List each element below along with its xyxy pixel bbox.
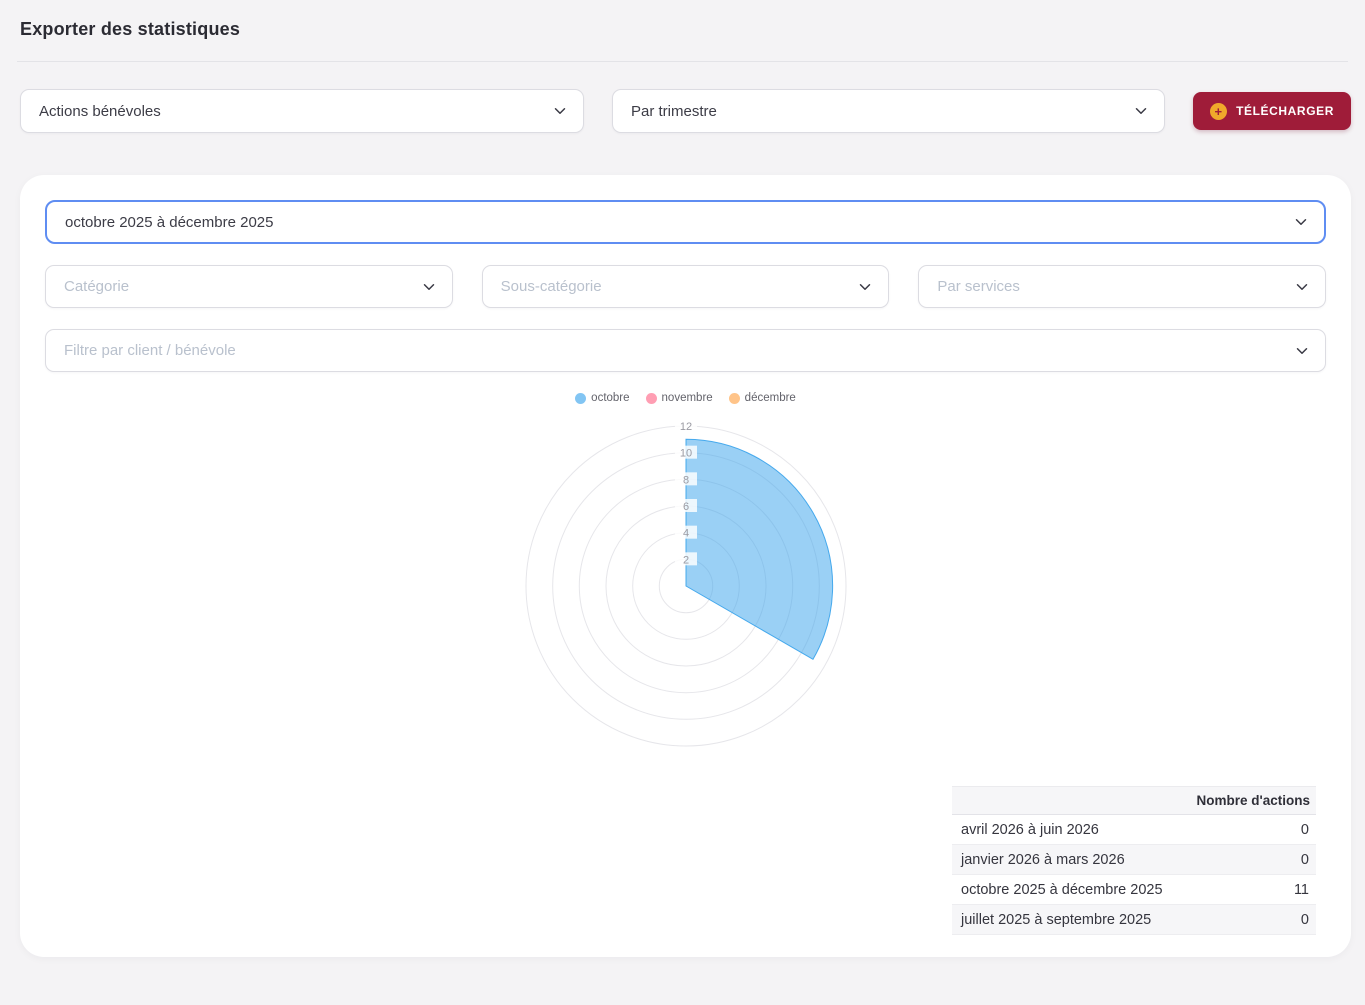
period-range-select-value: octobre 2025 à décembre 2025: [65, 214, 273, 231]
services-select[interactable]: Par services: [918, 265, 1326, 308]
polar-area-chart: 2 4 6 8 10 12: [476, 408, 896, 752]
table-row: octobre 2025 à décembre 202511: [952, 875, 1316, 905]
page-header: Exporter des statistiques: [0, 0, 1365, 61]
table-cell-period: janvier 2026 à mars 2026: [952, 852, 1196, 868]
legend-label: décembre: [745, 392, 796, 404]
services-select-placeholder: Par services: [937, 278, 1020, 295]
chevron-down-icon: [1293, 278, 1311, 296]
legend-item-décembre[interactable]: décembre: [729, 392, 796, 404]
legend-dot: [575, 393, 586, 404]
legend-dot: [646, 393, 657, 404]
legend-item-octobre[interactable]: octobre: [575, 392, 629, 404]
chevron-down-icon: [420, 278, 438, 296]
client-filter-placeholder: Filtre par client / bénévole: [64, 342, 236, 359]
table-cell-period: juillet 2025 à septembre 2025: [952, 912, 1196, 928]
table-cell-count: 0: [1196, 822, 1316, 838]
category-select-placeholder: Catégorie: [64, 278, 129, 295]
subcategory-select-placeholder: Sous-catégorie: [501, 278, 602, 295]
legend-item-novembre[interactable]: novembre: [646, 392, 713, 404]
client-filter-select[interactable]: Filtre par client / bénévole: [45, 329, 1326, 372]
period-select-value: Par trimestre: [631, 103, 717, 120]
stats-card: octobre 2025 à décembre 2025 Catégorie S…: [20, 175, 1351, 957]
legend-label: octobre: [591, 392, 629, 404]
radial-tick-label: 2: [682, 554, 688, 566]
page: Exporter des statistiques Actions bénévo…: [0, 0, 1365, 957]
dataset-select-value: Actions bénévoles: [39, 103, 161, 120]
table-cell-count: 11: [1196, 882, 1316, 898]
chevron-down-icon: [1293, 342, 1311, 360]
chart-legend: octobre novembre décembre: [45, 392, 1326, 404]
table-header-row: Nombre d'actions: [952, 786, 1316, 815]
chevron-down-icon: [856, 278, 874, 296]
polar-sector-octobre[interactable]: [686, 439, 833, 659]
legend-label: novembre: [662, 392, 713, 404]
table-header-count: Nombre d'actions: [1186, 793, 1316, 808]
table-cell-period: avril 2026 à juin 2026: [952, 822, 1196, 838]
radial-tick-label: 12: [679, 421, 691, 433]
radial-tick-label: 6: [682, 501, 688, 513]
chevron-down-icon: [1132, 102, 1150, 120]
radial-tick-label: 10: [679, 448, 691, 460]
subcategory-select[interactable]: Sous-catégorie: [482, 265, 890, 308]
download-button-label: TÉLÉCHARGER: [1236, 104, 1334, 118]
filter-row: Catégorie Sous-catégorie Par services: [45, 265, 1326, 308]
radial-tick-label: 8: [682, 474, 688, 486]
table-cell-count: 0: [1196, 912, 1316, 928]
category-select[interactable]: Catégorie: [45, 265, 453, 308]
download-button[interactable]: + TÉLÉCHARGER: [1193, 92, 1351, 130]
chevron-down-icon: [1292, 213, 1310, 231]
table-row: juillet 2025 à septembre 20250: [952, 905, 1316, 935]
chevron-down-icon: [551, 102, 569, 120]
period-range-select[interactable]: octobre 2025 à décembre 2025: [45, 200, 1326, 244]
table-body: avril 2026 à juin 20260janvier 2026 à ma…: [952, 815, 1316, 935]
table-cell-period: octobre 2025 à décembre 2025: [952, 882, 1196, 898]
stats-table: Nombre d'actions avril 2026 à juin 20260…: [952, 786, 1316, 935]
table-cell-count: 0: [1196, 852, 1316, 868]
chart-area: octobre novembre décembre 2 4 6 8 10 12: [45, 392, 1326, 752]
table-row: avril 2026 à juin 20260: [952, 815, 1316, 845]
table-row: janvier 2026 à mars 20260: [952, 845, 1316, 875]
header-divider: [17, 61, 1348, 62]
radial-tick-label: 4: [682, 528, 688, 540]
toolbar: Actions bénévoles Par trimestre + TÉLÉCH…: [20, 89, 1351, 133]
period-select[interactable]: Par trimestre: [612, 89, 1165, 133]
page-title: Exporter des statistiques: [20, 19, 1345, 40]
dataset-select[interactable]: Actions bénévoles: [20, 89, 584, 133]
plus-circle-icon: +: [1210, 103, 1227, 120]
legend-dot: [729, 393, 740, 404]
